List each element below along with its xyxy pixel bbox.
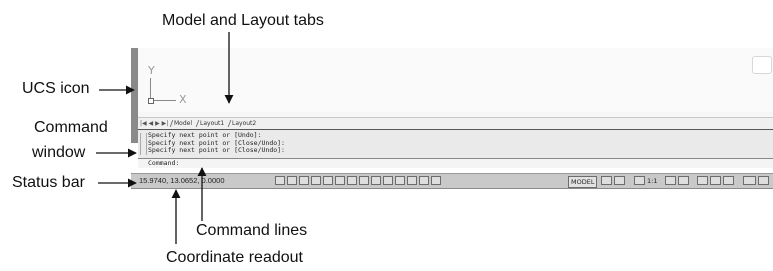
callout-arrows	[96, 32, 234, 244]
